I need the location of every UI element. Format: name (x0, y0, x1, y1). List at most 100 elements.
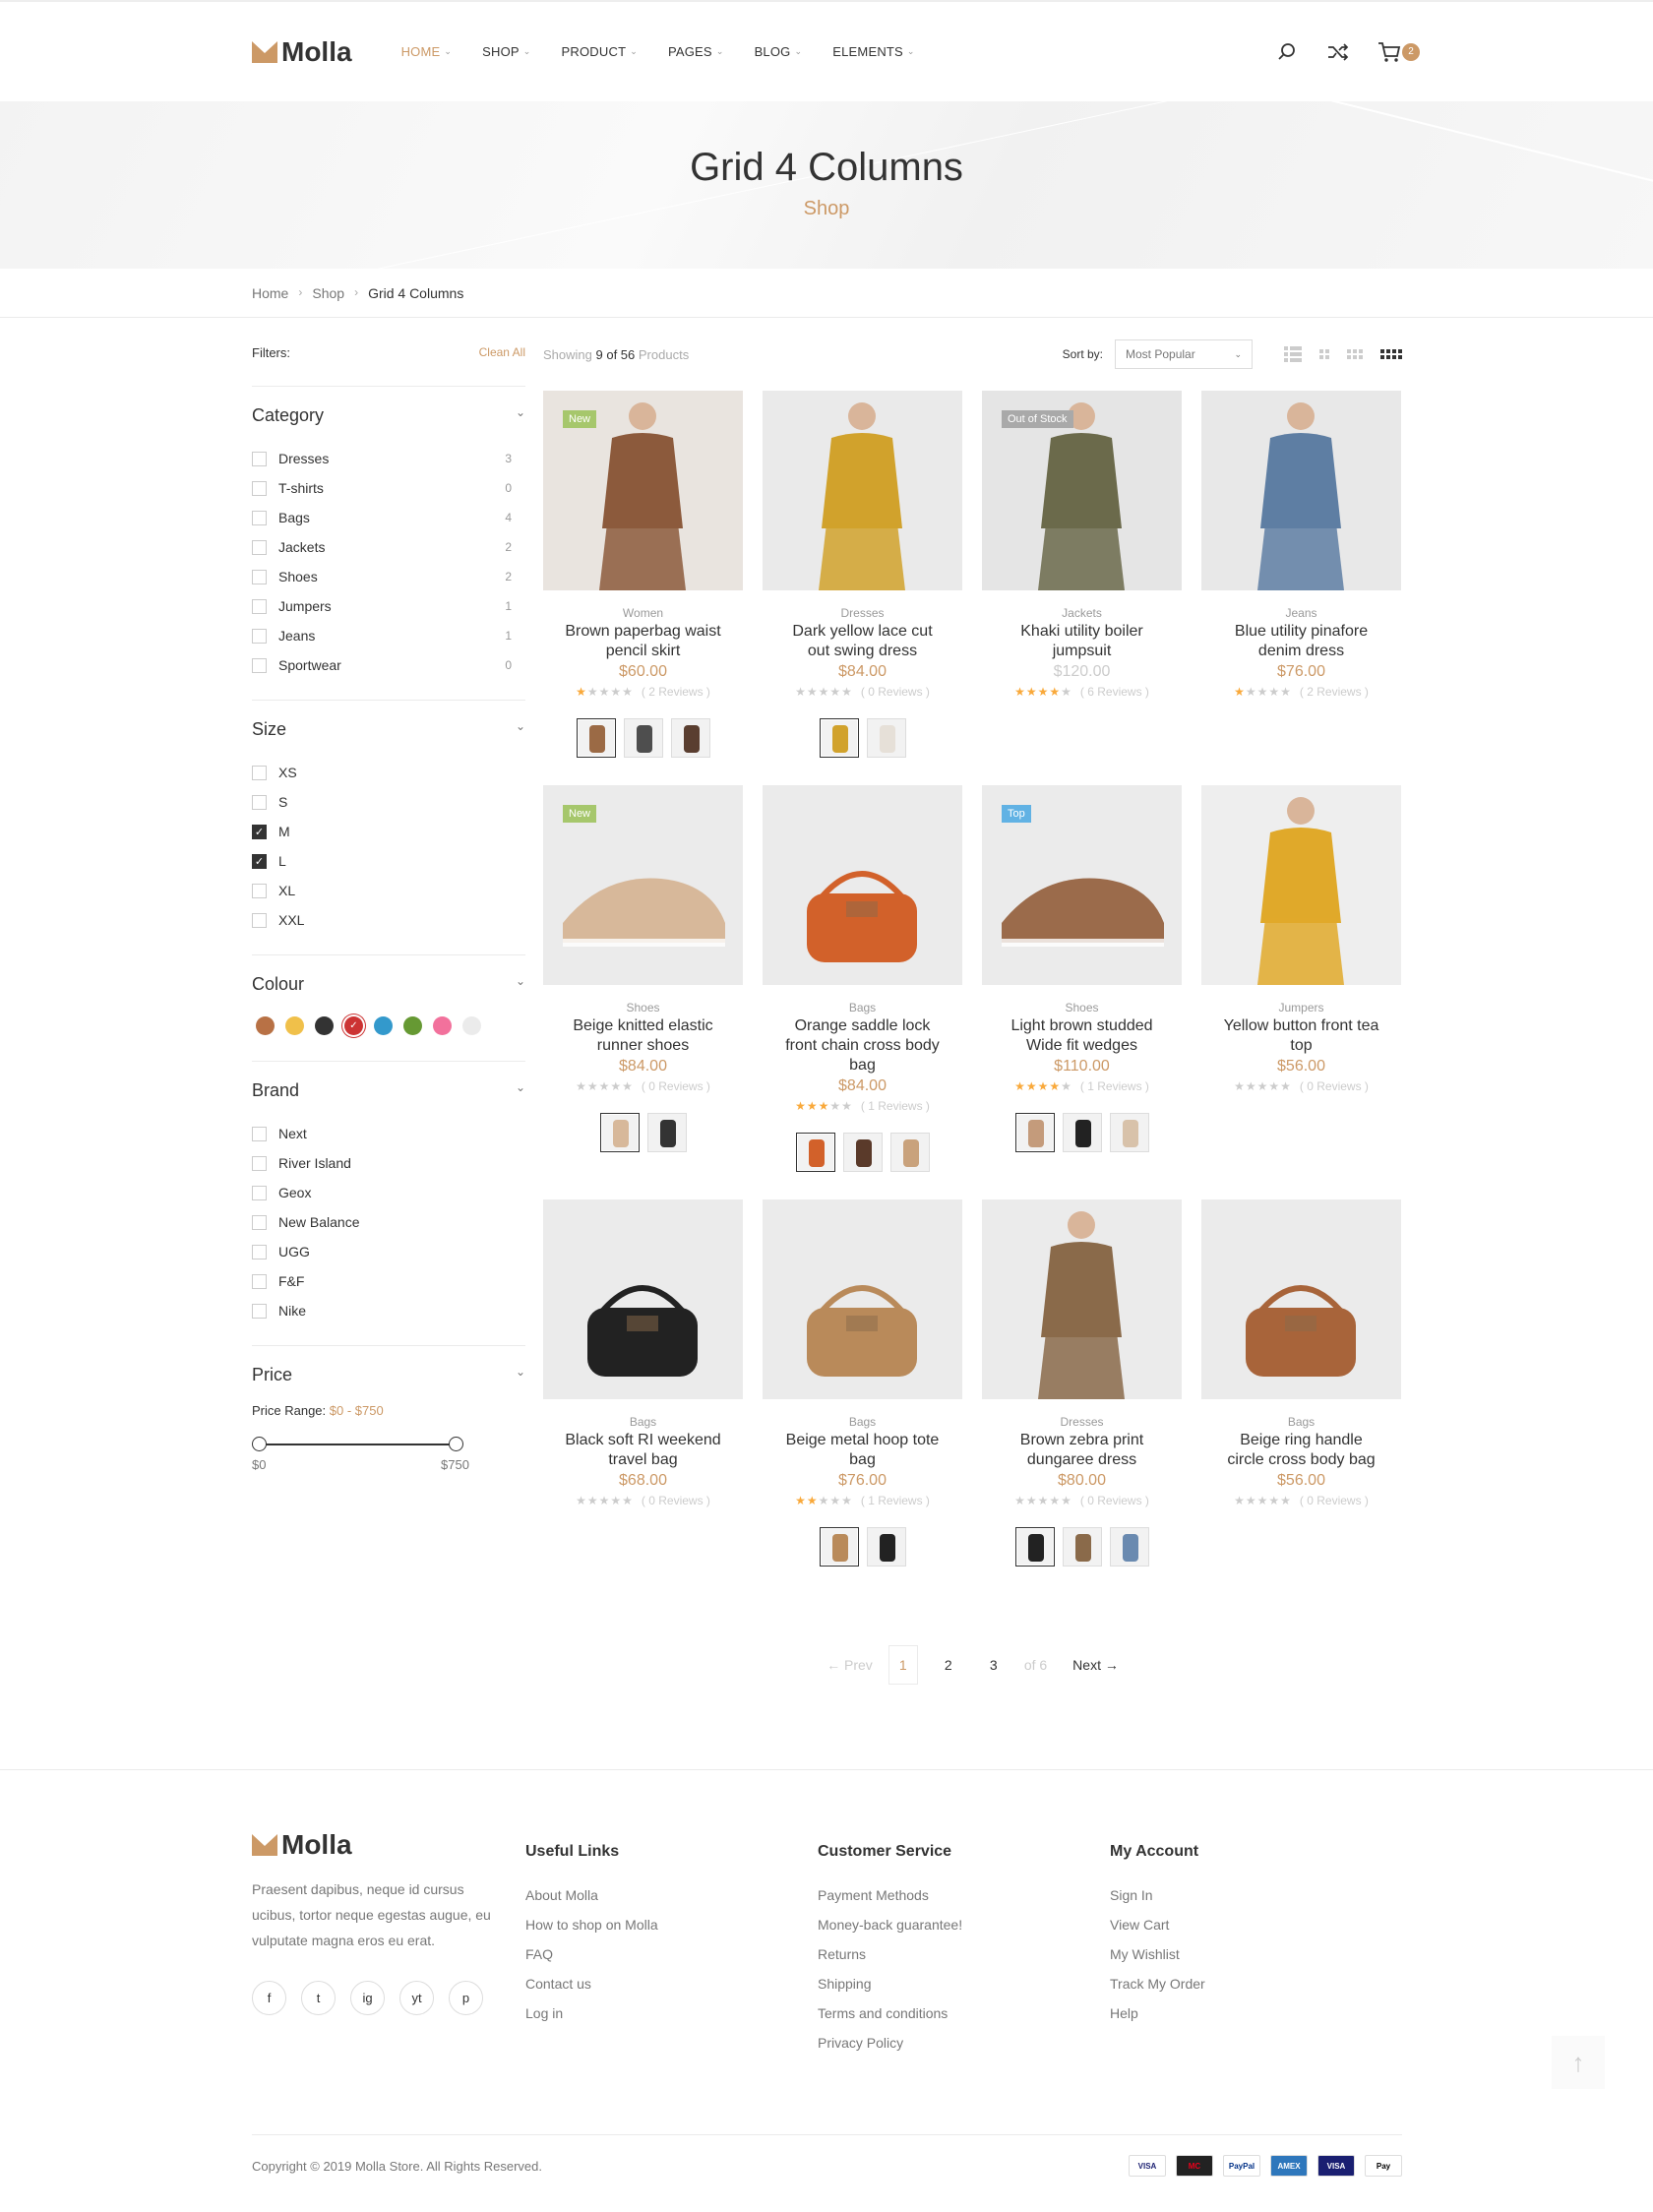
brand-option[interactable]: UGG (252, 1237, 525, 1266)
nav-blog[interactable]: Blog ⌄ (755, 44, 803, 59)
checkbox[interactable] (252, 1214, 267, 1230)
footer-link[interactable]: Returns (818, 1939, 1110, 1969)
checkbox[interactable] (252, 794, 267, 810)
footer-link[interactable]: Payment Methods (818, 1880, 1110, 1910)
review-count[interactable]: ( 1 Reviews ) (1080, 1079, 1149, 1093)
product-category[interactable]: Jackets (982, 606, 1182, 620)
review-count[interactable]: ( 2 Reviews ) (1300, 685, 1369, 699)
product-image[interactable] (543, 1199, 743, 1399)
brand-option[interactable]: River Island (252, 1148, 525, 1178)
brand-option[interactable]: F&F (252, 1266, 525, 1296)
product-name[interactable]: Brown paperbag waist pencil skirt (543, 622, 743, 661)
review-count[interactable]: ( 0 Reviews ) (1300, 1079, 1369, 1093)
footer-link[interactable]: Shipping (818, 1969, 1110, 1998)
product-category[interactable]: Women (543, 606, 743, 620)
product-card[interactable]: New Women Brown paperbag waist pencil skir… (543, 391, 743, 758)
product-category[interactable]: Shoes (543, 1001, 743, 1014)
checkbox[interactable] (252, 451, 267, 466)
footer-link[interactable]: Terms and conditions (818, 1998, 1110, 2028)
breadcrumb-shop[interactable]: Shop (312, 285, 344, 301)
product-name[interactable]: Beige metal hoop tote bag (763, 1431, 962, 1470)
checkbox[interactable] (252, 628, 267, 644)
category-option[interactable]: Jumpers 1 (252, 591, 525, 621)
variant-thumbnail[interactable] (1109, 1113, 1149, 1152)
variant-thumbnail[interactable] (1014, 1113, 1055, 1152)
variant-thumbnail[interactable] (670, 718, 710, 758)
product-image[interactable] (763, 785, 962, 985)
checkbox[interactable] (252, 1155, 267, 1171)
checkbox[interactable] (252, 765, 267, 780)
size-option[interactable]: XXL (252, 905, 525, 935)
review-count[interactable]: ( 0 Reviews ) (861, 685, 930, 699)
review-count[interactable]: ( 0 Reviews ) (642, 1494, 710, 1507)
product-image[interactable]: New (543, 785, 743, 985)
product-image[interactable] (763, 1199, 962, 1399)
nav-product[interactable]: Product ⌄ (562, 44, 638, 59)
product-card[interactable]: Jeans Blue utility pinafore denim dress $7… (1201, 391, 1401, 718)
product-name[interactable]: Black soft RI weekend travel bag (543, 1431, 743, 1470)
grid-3-view-icon[interactable] (1347, 349, 1363, 359)
product-image[interactable] (1201, 391, 1401, 590)
category-option[interactable]: Jeans 1 (252, 621, 525, 650)
variant-thumbnail[interactable] (599, 1113, 640, 1152)
page-2[interactable]: 2 (934, 1645, 963, 1685)
brand-option[interactable]: Nike (252, 1296, 525, 1325)
brand-toggle[interactable]: Brand ⌄ (252, 1080, 525, 1101)
product-image[interactable] (1201, 785, 1401, 985)
variant-thumbnail[interactable] (819, 1527, 859, 1567)
category-option[interactable]: Dresses 3 (252, 444, 525, 473)
checkbox[interactable] (252, 1273, 267, 1289)
checkbox[interactable] (252, 1244, 267, 1260)
breadcrumb-home[interactable]: Home (252, 285, 288, 301)
product-card[interactable]: Top Shoes Light brown studded Wide fit wed… (982, 785, 1182, 1172)
size-option[interactable]: ✓ M (252, 817, 525, 846)
search-icon[interactable] (1274, 39, 1300, 65)
variant-thumbnail[interactable] (1062, 1527, 1102, 1567)
product-name[interactable]: Beige ring handle circle cross body bag (1201, 1431, 1401, 1470)
product-category[interactable]: Jeans (1201, 606, 1401, 620)
category-option[interactable]: T-shirts 0 (252, 473, 525, 503)
colour-swatch[interactable] (374, 1016, 393, 1035)
product-card[interactable]: New Shoes Beige knitted elastic runner sho… (543, 785, 743, 1172)
review-count[interactable]: ( 2 Reviews ) (642, 685, 710, 699)
brand-option[interactable]: Next (252, 1119, 525, 1148)
grid-4-view-icon[interactable] (1380, 349, 1402, 359)
variant-thumbnail[interactable] (623, 718, 663, 758)
colour-swatch[interactable] (433, 1016, 452, 1035)
instagram-icon[interactable]: ig (350, 1981, 385, 2015)
checkbox[interactable] (252, 539, 267, 555)
product-category[interactable]: Shoes (982, 1001, 1182, 1014)
product-card[interactable]: Jumpers Yellow button front tea top $56.00… (1201, 785, 1401, 1133)
page-3[interactable]: 3 (979, 1645, 1009, 1685)
nav-elements[interactable]: Elements ⌄ (832, 44, 914, 59)
facebook-icon[interactable]: f (252, 1981, 286, 2015)
footer-link[interactable]: Privacy Policy (818, 2028, 1110, 2058)
colour-swatch[interactable] (462, 1016, 481, 1035)
product-category[interactable]: Bags (763, 1001, 962, 1014)
brand-option[interactable]: Geox (252, 1178, 525, 1207)
product-name[interactable]: Blue utility pinafore denim dress (1201, 622, 1401, 661)
product-card[interactable]: Bags Beige ring handle circle cross body … (1201, 1199, 1401, 1527)
grid-2-view-icon[interactable] (1319, 349, 1329, 359)
footer-link[interactable]: Money-back guarantee! (818, 1910, 1110, 1939)
product-name[interactable]: Khaki utility boiler jumpsuit (982, 622, 1182, 661)
scroll-top-button[interactable]: ↑ (1552, 2036, 1605, 2089)
footer-link[interactable]: FAQ (525, 1939, 818, 1969)
variant-thumbnail[interactable] (889, 1133, 930, 1172)
product-image[interactable] (1201, 1199, 1401, 1399)
footer-link[interactable]: My Wishlist (1110, 1939, 1402, 1969)
checkbox[interactable] (252, 569, 267, 584)
product-category[interactable]: Bags (543, 1415, 743, 1429)
footer-link[interactable]: How to shop on Molla (525, 1910, 818, 1939)
category-option[interactable]: Bags 4 (252, 503, 525, 532)
checkbox[interactable]: ✓ (252, 824, 267, 839)
product-name[interactable]: Brown zebra print dungaree dress (982, 1431, 1182, 1470)
nav-home[interactable]: Home ⌄ (401, 44, 453, 59)
review-count[interactable]: ( 1 Reviews ) (861, 1494, 930, 1507)
footer-link[interactable]: Help (1110, 1998, 1402, 2028)
product-category[interactable]: Dresses (982, 1415, 1182, 1429)
review-count[interactable]: ( 0 Reviews ) (1080, 1494, 1149, 1507)
page-1[interactable]: 1 (888, 1645, 918, 1685)
variant-thumbnail[interactable] (842, 1133, 883, 1172)
review-count[interactable]: ( 6 Reviews ) (1080, 685, 1149, 699)
